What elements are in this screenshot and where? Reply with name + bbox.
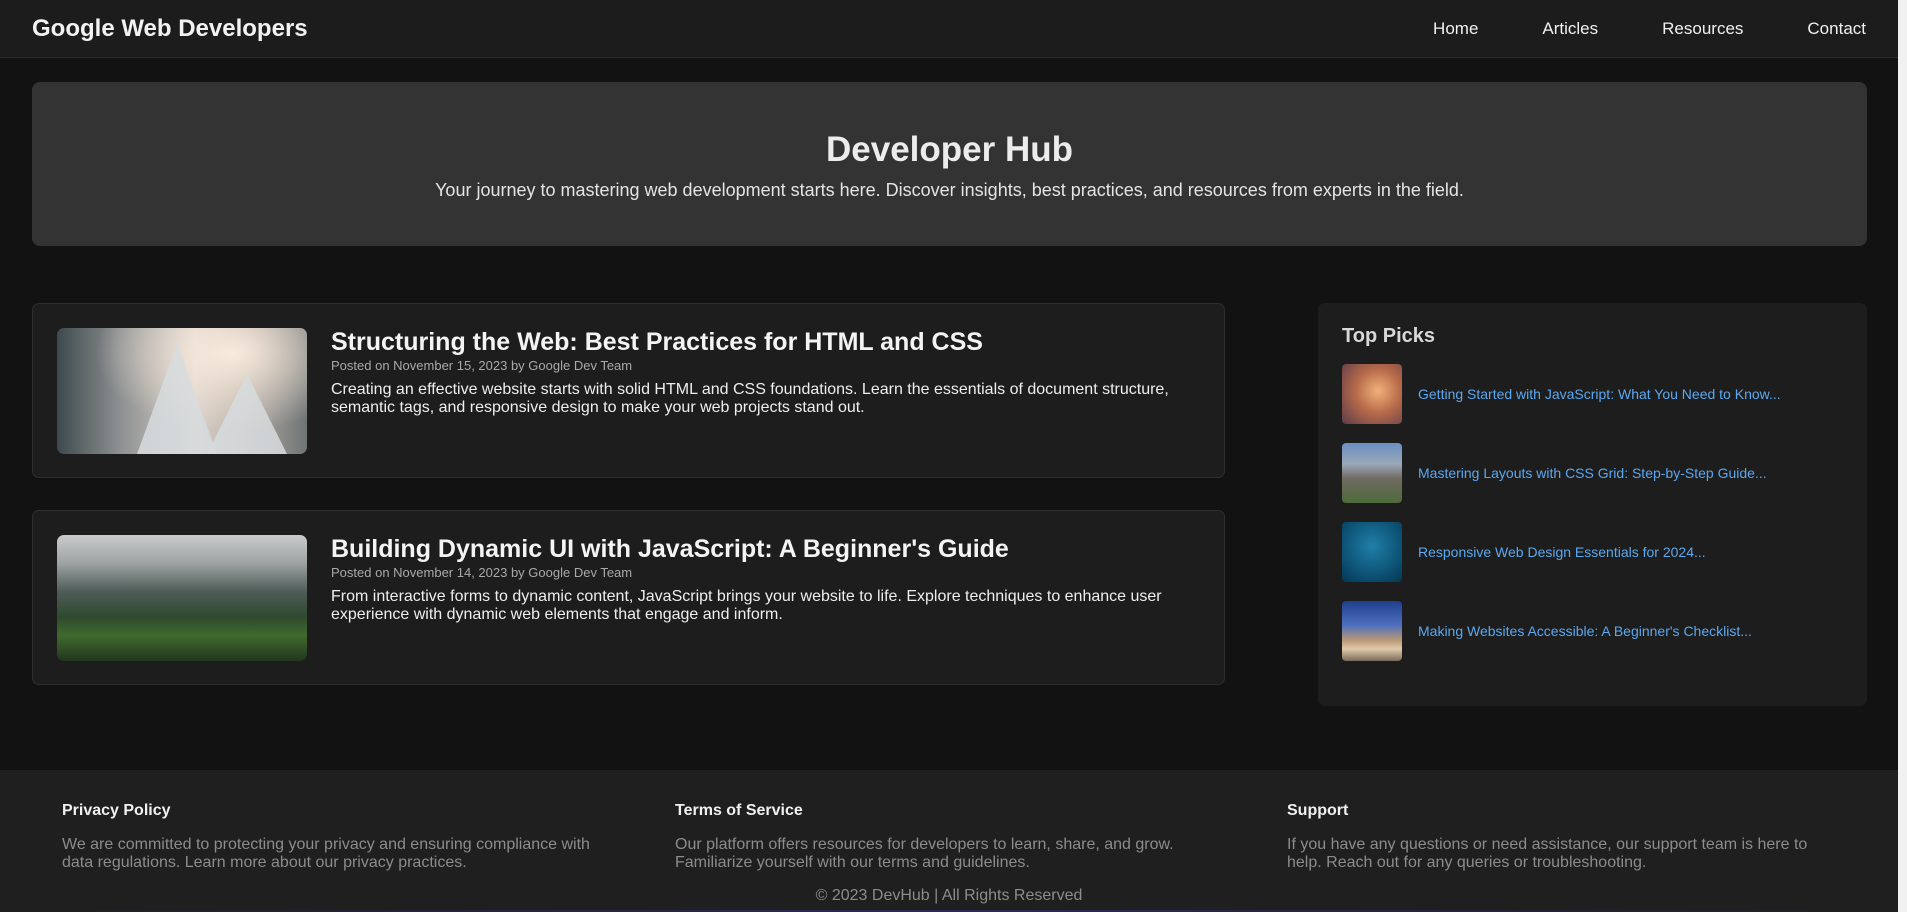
- article-meta: Posted on November 14, 2023 by Google De…: [331, 565, 633, 580]
- page-scrollbar[interactable]: [1898, 0, 1907, 912]
- article-card: Building Dynamic UI with JavaScript: A B…: [32, 510, 1225, 685]
- top-pick-link[interactable]: Mastering Layouts with CSS Grid: Step-by…: [1418, 465, 1767, 481]
- article-excerpt: Creating an effective website starts wit…: [331, 381, 1169, 416]
- nav-home[interactable]: Home: [1433, 19, 1478, 39]
- hero-title: Developer Hub: [826, 130, 1073, 169]
- nav-contact[interactable]: Contact: [1807, 19, 1866, 39]
- article-list: Structuring the Web: Best Practices for …: [32, 303, 1225, 717]
- top-pick-thumbnail[interactable]: [1342, 443, 1402, 503]
- hero-subtitle: Your journey to mastering web developmen…: [435, 180, 1464, 200]
- nav-articles[interactable]: Articles: [1542, 19, 1598, 39]
- top-pick-item: Mastering Layouts with CSS Grid: Step-by…: [1342, 443, 1843, 503]
- article-card: Structuring the Web: Best Practices for …: [32, 303, 1225, 478]
- top-pick-thumbnail[interactable]: [1342, 364, 1402, 424]
- top-pick-item: Responsive Web Design Essentials for 202…: [1342, 522, 1843, 582]
- top-pick-item: Getting Started with JavaScript: What Yo…: [1342, 364, 1843, 424]
- top-picks-title: Top Picks: [1342, 325, 1435, 347]
- hero-banner: Developer Hub Your journey to mastering …: [32, 82, 1867, 246]
- footer-privacy-text: We are committed to protecting your priv…: [62, 836, 590, 871]
- article-body: Structuring the Web: Best Practices for …: [331, 328, 1211, 453]
- article-body: Building Dynamic UI with JavaScript: A B…: [331, 535, 1211, 660]
- site-brand[interactable]: Google Web Developers: [32, 15, 308, 43]
- footer-terms: Terms of Service Our platform offers res…: [675, 802, 1215, 872]
- article-thumbnail-misty-forest[interactable]: [57, 535, 307, 661]
- top-pick-link[interactable]: Responsive Web Design Essentials for 202…: [1418, 544, 1706, 560]
- main-nav: Home Articles Resources Contact: [1369, 19, 1866, 39]
- top-pick-thumbnail[interactable]: [1342, 522, 1402, 582]
- top-picks-sidebar: Top Picks Getting Started with JavaScrip…: [1318, 303, 1867, 706]
- footer-support-title[interactable]: Support: [1287, 802, 1827, 820]
- article-excerpt: From interactive forms to dynamic conten…: [331, 588, 1162, 623]
- article-thumbnail-snowy-trees[interactable]: [57, 328, 307, 454]
- article-title[interactable]: Building Dynamic UI with JavaScript: A B…: [331, 535, 1211, 563]
- footer-privacy-title[interactable]: Privacy Policy: [62, 802, 602, 820]
- top-pick-thumbnail[interactable]: [1342, 601, 1402, 661]
- top-pick-item: Making Websites Accessible: A Beginner's…: [1342, 601, 1843, 661]
- footer-support: Support If you have any questions or nee…: [1287, 802, 1827, 872]
- site-footer: Privacy Policy We are committed to prote…: [0, 770, 1907, 912]
- footer-terms-text: Our platform offers resources for develo…: [675, 836, 1174, 871]
- footer-privacy: Privacy Policy We are committed to prote…: [62, 802, 602, 872]
- footer-terms-title[interactable]: Terms of Service: [675, 802, 1215, 820]
- site-header: Google Web Developers Home Articles Reso…: [0, 0, 1898, 58]
- top-pick-link[interactable]: Making Websites Accessible: A Beginner's…: [1418, 623, 1752, 639]
- top-pick-link[interactable]: Getting Started with JavaScript: What Yo…: [1418, 386, 1781, 402]
- article-meta: Posted on November 15, 2023 by Google De…: [331, 358, 633, 373]
- article-title[interactable]: Structuring the Web: Best Practices for …: [331, 328, 1211, 356]
- page: Google Web Developers Home Articles Reso…: [0, 0, 1907, 912]
- footer-support-text: If you have any questions or need assist…: [1287, 836, 1808, 871]
- nav-resources[interactable]: Resources: [1662, 19, 1743, 39]
- copyright: © 2023 DevHub | All Rights Reserved: [815, 887, 1083, 904]
